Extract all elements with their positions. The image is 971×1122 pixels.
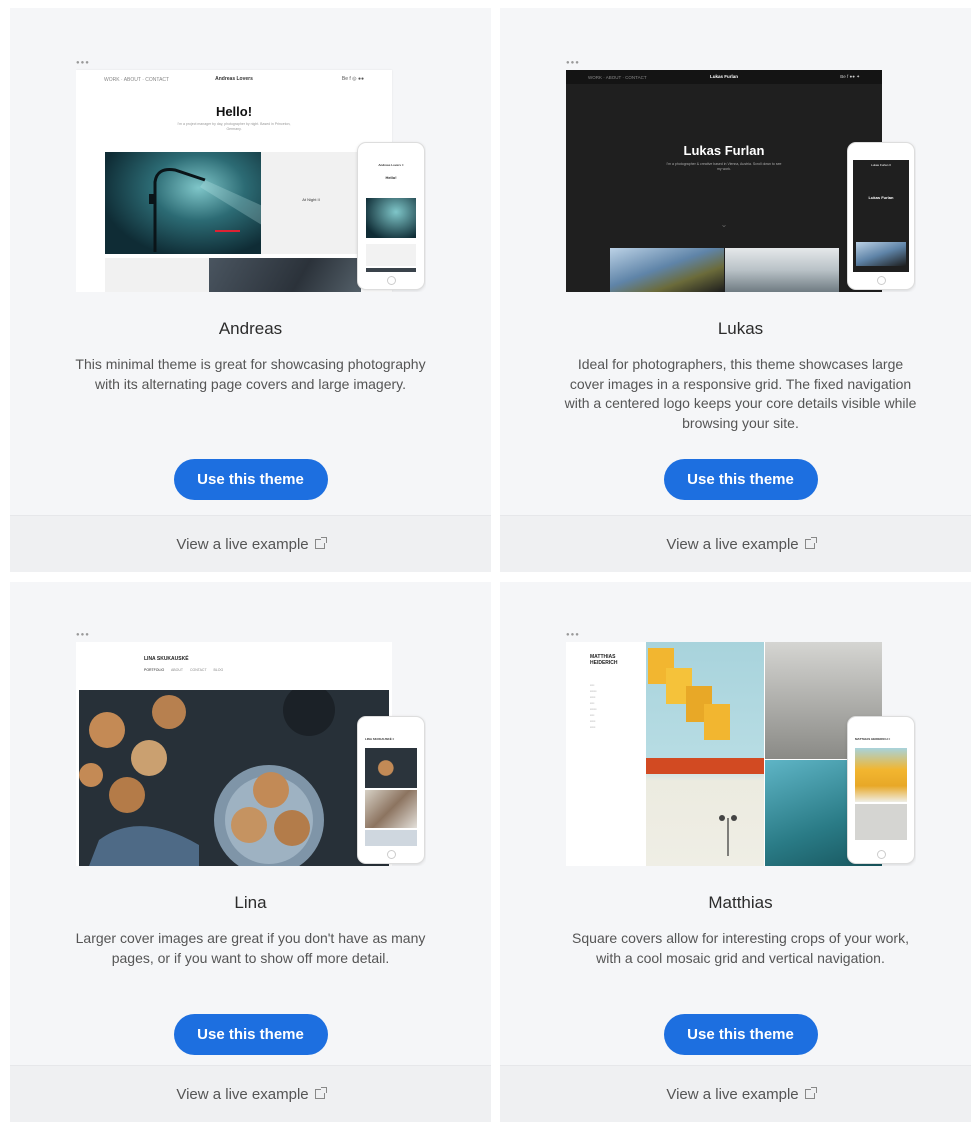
theme-name: Andreas: [218, 319, 283, 338]
use-theme-button[interactable]: Use this theme: [173, 459, 328, 500]
preview-phone: MATTHIAS HEIDERICH ≡: [847, 716, 915, 864]
window-dots: ●●●: [76, 632, 90, 638]
theme-name: Lukas: [717, 319, 764, 338]
theme-card-lina: ●●● LINA SKUKAUSKÉ PORTFOLIO ABOUT CONTA…: [10, 582, 491, 1122]
use-theme-button[interactable]: Use this theme: [173, 1014, 328, 1055]
preview-site-title: Lukas Furlan: [709, 74, 738, 79]
preview-caption: At Night II: [302, 197, 320, 202]
preview-vertical-nav: ▪▪▪▪ ▪▪▪▪▪▪ ▪▪▪▪▪ ▪▪▪▪ ▪▪▪▪▪▪ ▪▪▪▪ ▪▪▪▪▪ ▪▪▪▪▪: [590, 683, 597, 729]
preview-headline: Lukas Furlan: [683, 143, 765, 158]
window-dots: ●●●: [566, 60, 580, 66]
preview-photo-clouds: [610, 248, 724, 292]
window-dots: ●●●: [566, 632, 580, 638]
preview-photo-streetlamp: [105, 152, 261, 254]
theme-name: Lina: [234, 893, 267, 912]
preview-tagline: I'm a photographer & creative based in V…: [666, 162, 782, 171]
external-link-icon: [314, 537, 327, 549]
theme-card-lukas: ●●● WORK · ABOUT · CONTACT Lukas Furlan …: [500, 8, 971, 572]
theme-preview-lukas[interactable]: ●●● WORK · ABOUT · CONTACT Lukas Furlan …: [566, 60, 916, 292]
preview-site-title: MATTHIAS HEIDERICH: [590, 654, 618, 666]
theme-description: Ideal for photographers, this theme show…: [564, 356, 917, 431]
external-link-icon: [804, 537, 817, 549]
preview-phone: Andreas Lovers ≡ Hello!: [357, 142, 425, 290]
use-theme-button[interactable]: Use this theme: [663, 459, 818, 500]
theme-description: This minimal theme is great for showcasi…: [75, 356, 426, 392]
theme-preview-lina[interactable]: ●●● LINA SKUKAUSKÉ PORTFOLIO ABOUT CONTA…: [76, 632, 426, 866]
theme-card-matthias: ●●● MATTHIAS HEIDERICH ▪▪▪▪ ▪▪▪▪▪▪ ▪▪▪▪▪ ▪▪…: [500, 582, 971, 1122]
preview-photo-mist: [725, 248, 839, 292]
live-link-label: View a live example: [666, 1085, 799, 1103]
preview-photo-muffins: [79, 690, 389, 866]
preview-phone: Lukas Furlan ≡ Lukas Furlan: [847, 142, 915, 290]
theme-card-andreas: ●●● WORK · ABOUT · CONTACT Andreas Lover…: [10, 8, 491, 572]
view-live-example-link[interactable]: View a live example: [10, 515, 491, 572]
live-link-label: View a live example: [176, 1085, 309, 1103]
preview-site-title: LINA SKUKAUSKÉ: [144, 656, 189, 662]
theme-preview-matthias[interactable]: ●●● MATTHIAS HEIDERICH ▪▪▪▪ ▪▪▪▪▪▪ ▪▪▪▪▪ ▪▪…: [566, 632, 916, 866]
preview-headline: Hello!: [215, 104, 253, 119]
use-theme-button[interactable]: Use this theme: [663, 1014, 818, 1055]
window-dots: ●●●: [76, 60, 90, 66]
external-link-icon: [804, 1087, 817, 1099]
theme-description: Square covers allow for interesting crop…: [572, 930, 909, 966]
chevron-down-icon: ⌄: [720, 220, 728, 229]
theme-name: Matthias: [708, 893, 773, 912]
theme-preview-andreas[interactable]: ●●● WORK · ABOUT · CONTACT Andreas Lover…: [76, 60, 426, 292]
live-link-label: View a live example: [176, 535, 309, 553]
preview-photo-yellow-building: [646, 642, 764, 866]
view-live-example-link[interactable]: View a live example: [500, 1065, 971, 1122]
external-link-icon: [314, 1087, 327, 1099]
view-live-example-link[interactable]: View a live example: [10, 1065, 491, 1122]
preview-tagline: I'm a project manager by day, photograph…: [177, 122, 291, 131]
preview-phone: LINA SKUKAUSKÉ ≡: [357, 716, 425, 864]
preview-nav: PORTFOLIO ABOUT CONTACT BLOG: [144, 668, 224, 672]
view-live-example-link[interactable]: View a live example: [500, 515, 971, 572]
live-link-label: View a live example: [666, 535, 799, 553]
theme-description: Larger cover images are great if you don…: [75, 930, 426, 966]
